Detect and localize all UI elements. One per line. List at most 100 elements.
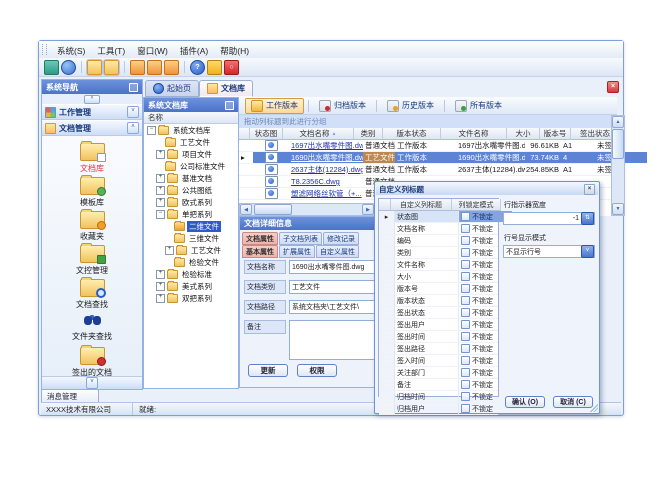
pin-icon[interactable] [129,83,138,92]
scroll-left-icon[interactable]: ◀ [240,204,252,215]
checkbox-unchecked-icon[interactable] [461,368,470,377]
tree-node[interactable]: −单把系列 [144,208,238,220]
column-header-版本状态[interactable]: 版本状态 [383,128,441,140]
detail-tab-自定义属性[interactable]: 自定义属性 [316,245,359,258]
lock-mode-cell[interactable]: 不锁定 [459,283,512,294]
lock-mode-cell[interactable]: 不锁定 [459,259,512,270]
checkbox-unchecked-icon[interactable] [461,404,470,413]
dialog-column-row[interactable]: 类别不锁定 [379,247,498,259]
tree-node[interactable]: +公共图纸 [144,184,238,196]
collapse-icon[interactable]: − [147,126,156,135]
document-name-link[interactable]: 2637主体(12284).dwg [289,164,363,175]
expand-icon[interactable]: + [156,186,165,195]
lock-mode-header[interactable]: 列锁定模式 [452,199,501,211]
dialog-column-row[interactable]: 文件名称不锁定 [379,259,498,271]
menu-item-4[interactable]: 帮助(H) [214,44,255,58]
checkbox-unchecked-icon[interactable] [461,380,470,389]
expand-icon[interactable]: + [156,150,165,159]
detail-tab-修改记录[interactable]: 修改记录 [323,232,359,245]
table-row[interactable]: ▸1690出水嘴零件图.dwg工艺文件工作版本1690出水嘴零件图.dwg73.… [239,152,611,164]
dialog-column-row[interactable]: 签出状态不锁定 [379,307,498,319]
field-value-input[interactable]: 1690出水嘴零件图.dwg [289,260,376,274]
menu-item-1[interactable]: 工具(T) [91,44,131,58]
detail-tab-子文档列表[interactable]: 子文档列表 [279,232,322,245]
checkbox-unchecked-icon[interactable] [461,236,470,245]
menu-item-3[interactable]: 插件(A) [174,44,214,58]
expand-icon[interactable]: + [156,282,165,291]
lock-mode-cell[interactable]: 不锁定 [459,271,512,282]
table-row[interactable]: 1697出水嘴零件图.dwg普通文档工作版本1697出水嘴零件图.dwg96.6… [239,140,611,152]
version-button-1[interactable]: 归档版本 [313,98,372,114]
scroll-down-icon[interactable]: ▼ [612,203,624,215]
nav-item-4[interactable]: 文档查找 [42,277,142,311]
checkbox-unchecked-icon[interactable] [461,356,470,365]
tree-node[interactable]: +欧式系列 [144,196,238,208]
nav-item-0[interactable]: 文档库 [42,141,142,175]
detail-tab-基本属性[interactable]: 基本属性 [242,245,278,258]
row-number-mode-select[interactable]: 不显示行号 ˅ [503,245,595,258]
message-management-tab[interactable]: 消息管理 [41,389,99,402]
lock-mode-cell[interactable]: 不锁定 [459,295,512,306]
document-name-link[interactable]: T8.2356C.dwg [289,176,363,187]
version-button-0[interactable]: 工作版本 [245,98,304,114]
checkbox-unchecked-icon[interactable] [461,308,470,317]
pin-icon[interactable] [225,101,234,110]
checkbox-unchecked-icon[interactable] [461,296,470,305]
doc-settings-icon[interactable] [147,60,162,75]
dialog-column-row[interactable]: 签出时间不锁定 [379,331,498,343]
chevron-up-icon[interactable]: ˄ [127,122,139,134]
cancel-button[interactable]: 取消 (C) [553,396,593,408]
dialog-column-row[interactable]: 签出用户不锁定 [379,319,498,331]
dialog-column-row[interactable]: ▸状态图不锁定 [379,211,498,223]
tree-node[interactable]: −系统文档库 [144,124,238,136]
dialog-column-row[interactable]: 版本状态不锁定 [379,295,498,307]
tree-node[interactable]: 工艺文件 [144,136,238,148]
checkbox-unchecked-icon[interactable] [461,212,470,221]
lock-mode-cell[interactable]: 不锁定 [459,319,512,330]
table-icon[interactable] [44,60,59,75]
document-name-link[interactable]: 塑滤网络丝软管（+... [289,188,363,199]
ok-button[interactable]: 确认 (O) [505,396,545,408]
column-header-文件名称[interactable]: 文件名称 [441,128,507,140]
lock-mode-cell[interactable]: 不锁定 [459,343,512,354]
nav-item-3[interactable]: 文控管理 [42,243,142,277]
version-button-2[interactable]: 历史版本 [381,98,440,114]
tree-column-header[interactable]: 名称 [144,112,238,124]
lock-mode-cell[interactable]: 不锁定 [459,331,512,342]
tree-node[interactable]: 检验文件 [144,256,238,268]
expand-icon[interactable]: + [156,174,165,183]
dialog-column-row[interactable]: 版本号不锁定 [379,283,498,295]
nav-item-1[interactable]: 模板库 [42,175,142,209]
detail-tab-扩展属性[interactable]: 扩展属性 [279,245,315,258]
nav-item-5[interactable]: 文件夹查找 [42,311,142,345]
checkbox-unchecked-icon[interactable] [461,344,470,353]
document-name-link[interactable]: 1690出水嘴零件图.dwg [289,152,363,163]
table-row[interactable]: 2637主体(12284).dwg普通文档工作版本2637主体(12284).d… [239,164,611,176]
doc-send-icon[interactable] [164,60,179,75]
lock-mode-cell[interactable]: 不锁定 [459,367,512,378]
chevron-down-icon[interactable]: ˅ [86,377,98,389]
update-button[interactable]: 更新 [248,364,288,377]
new-doc-icon[interactable] [130,60,145,75]
spinner-updown-icon[interactable]: ⇅ [581,212,594,225]
dialog-column-row[interactable]: 签出路径不锁定 [379,343,498,355]
dialog-column-row[interactable]: 备注不锁定 [379,379,498,391]
indicator-width-spinner[interactable]: -1 ⇅ [503,212,595,225]
checkbox-unchecked-icon[interactable] [461,260,470,269]
dialog-column-row[interactable]: 归档时间不锁定 [379,391,498,403]
tree-node[interactable]: +基准文档 [144,172,238,184]
tree-node[interactable]: +工艺文件 [144,244,238,256]
tab-文档库[interactable]: 文档库 [199,80,253,97]
scroll-right-icon[interactable]: ▶ [362,204,374,215]
chevron-down-icon[interactable]: ˅ [127,106,139,118]
tab-close-button[interactable]: × [607,81,619,93]
lock-mode-cell[interactable]: 不锁定 [459,307,512,318]
tab-起始页[interactable]: 起始页 [145,80,199,97]
chevron-down-icon[interactable]: ˅ [581,245,594,258]
scrollbar-thumb[interactable] [254,204,292,215]
nav-group-work[interactable]: 工作管理 ˅ [42,104,142,120]
dialog-column-row[interactable]: 编码不锁定 [379,235,498,247]
group-by-bar[interactable]: 拖动列标题到此进行分组 [239,115,616,129]
globe-icon[interactable] [61,60,76,75]
detail-tab-文档属性[interactable]: 文档属性 [242,232,278,245]
